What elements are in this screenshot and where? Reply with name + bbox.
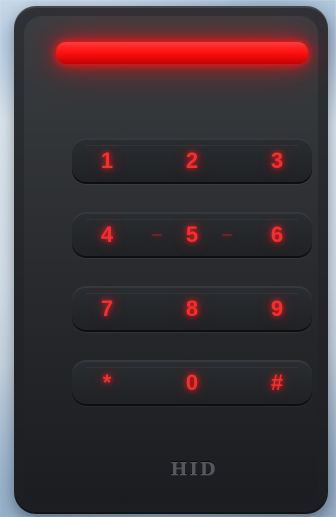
key-9[interactable]: 9 (242, 286, 312, 332)
keypad-row-2: 4 5 6 (72, 212, 312, 258)
key-5[interactable]: 5 (157, 212, 227, 258)
key-hash[interactable]: # (242, 360, 312, 406)
key-6[interactable]: 6 (242, 212, 312, 258)
key-3[interactable]: 3 (242, 138, 312, 184)
key-8[interactable]: 8 (157, 286, 227, 332)
keypad-row-1: 1 2 3 (72, 138, 312, 184)
status-led-bar (56, 42, 308, 64)
key-1[interactable]: 1 (72, 138, 142, 184)
keypad: 1 2 3 4 5 6 7 8 9 * 0 # (72, 138, 312, 408)
key-star[interactable]: * (72, 360, 142, 406)
key-0[interactable]: 0 (157, 360, 227, 406)
brand-logo: HID (170, 458, 218, 480)
key-2[interactable]: 2 (157, 138, 227, 184)
keypad-row-4: * 0 # (72, 360, 312, 406)
card-reader-device: 1 2 3 4 5 6 7 8 9 * 0 # HID (14, 6, 328, 514)
key-7[interactable]: 7 (72, 286, 142, 332)
keypad-row-3: 7 8 9 (72, 286, 312, 332)
key-4[interactable]: 4 (72, 212, 142, 258)
